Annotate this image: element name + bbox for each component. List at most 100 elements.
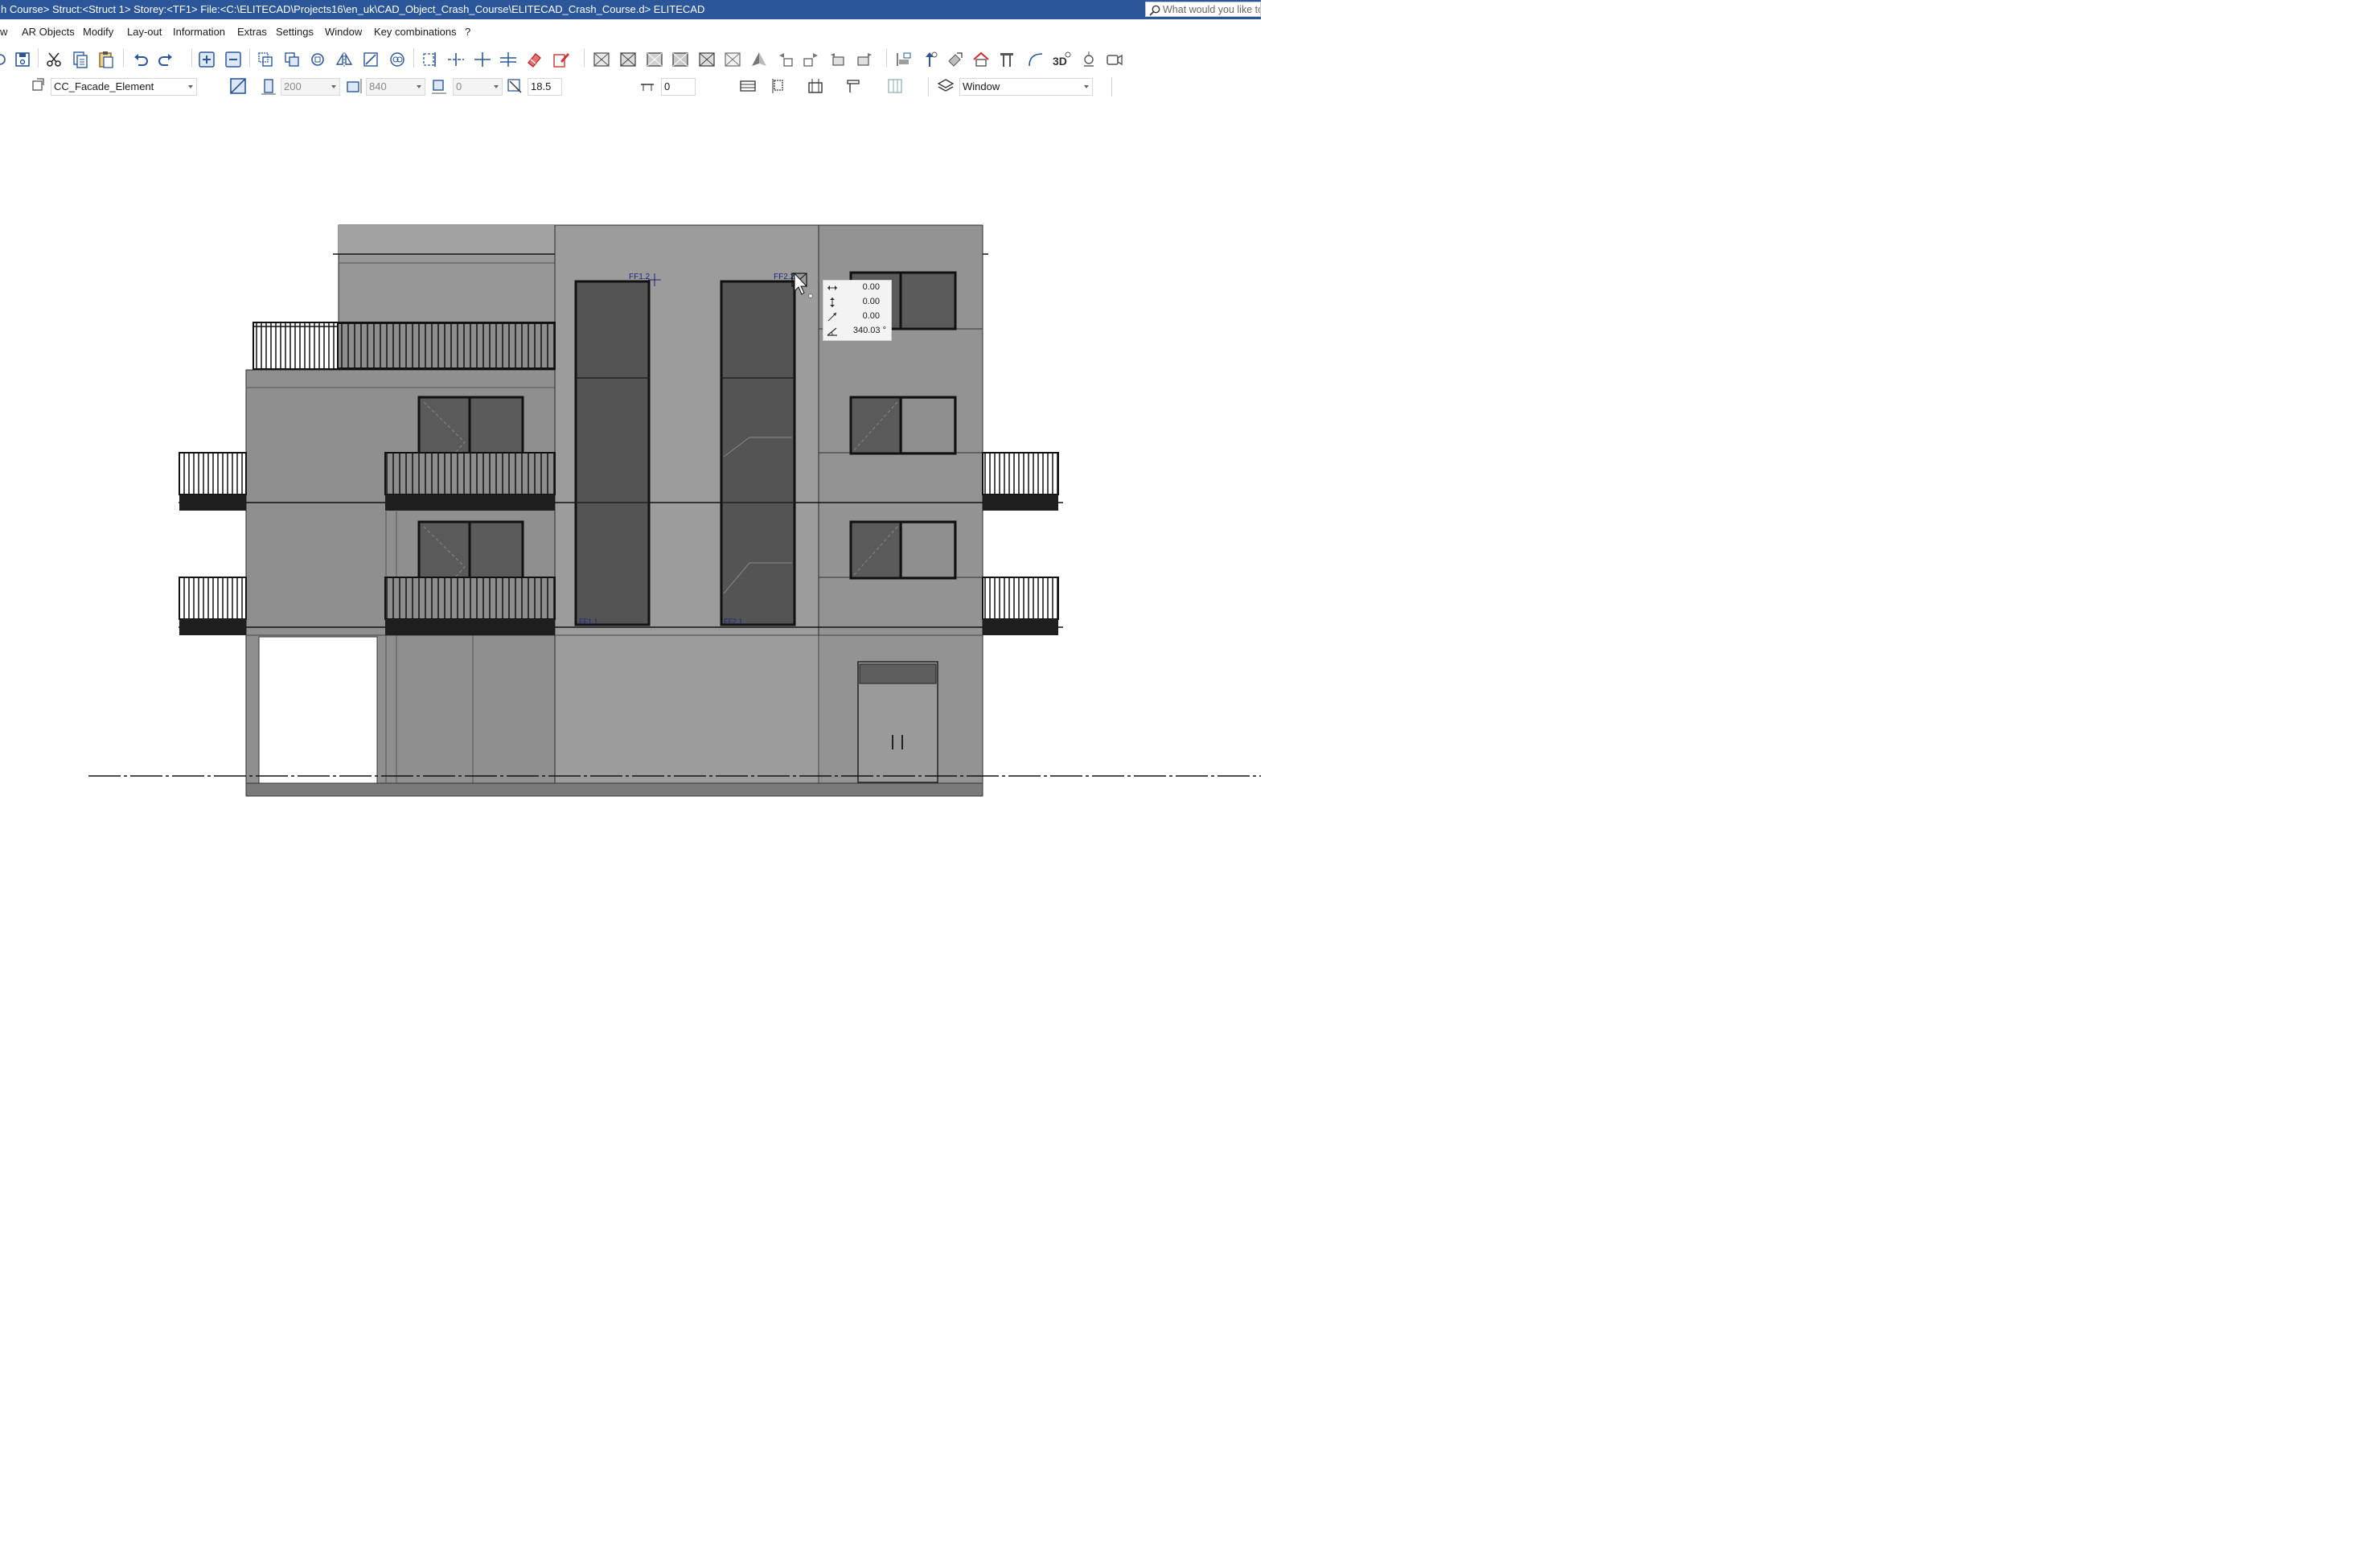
sill-button[interactable]: [845, 76, 864, 96]
element-type-button[interactable]: [29, 76, 48, 96]
box-view-5-button[interactable]: [697, 50, 717, 69]
extend-button[interactable]: [499, 50, 518, 69]
pyramid-button[interactable]: [749, 50, 769, 69]
tell-me-search-input[interactable]: What would you like to: [1145, 2, 1261, 17]
opening-type-button[interactable]: [738, 76, 758, 96]
menu-settings[interactable]: Settings: [276, 23, 314, 42]
box-view-6-button[interactable]: [723, 50, 742, 69]
box-view-icon: [620, 52, 636, 67]
move-view-4-button[interactable]: [855, 50, 874, 69]
3d-view-button[interactable]: 3D: [1052, 50, 1076, 69]
mirror-button[interactable]: [335, 50, 354, 69]
edit-properties-button[interactable]: [552, 50, 571, 69]
copy-button[interactable]: [71, 50, 90, 69]
stairwell-window-right: [720, 280, 796, 626]
move-view-icon: [857, 53, 872, 66]
width-icon: [261, 79, 276, 95]
align-button[interactable]: [894, 50, 914, 69]
cut-icon: [47, 52, 61, 67]
tooltip-angle-row: 340.03 °: [823, 324, 891, 339]
element-type-icon: [32, 78, 44, 91]
angle-input[interactable]: 18.5: [528, 78, 562, 96]
box-view-4-button[interactable]: [671, 50, 690, 69]
balcony-railing-1f: [384, 577, 556, 620]
copy-element-button[interactable]: [282, 50, 302, 69]
scale-icon: [363, 52, 378, 67]
paste-icon: [99, 51, 113, 68]
box-view-1-button[interactable]: [592, 50, 611, 69]
move-view-1-button[interactable]: [776, 50, 795, 69]
frame-button[interactable]: [806, 76, 825, 96]
drawing-canvas[interactable]: FF1.2 FF2.2 FF1.1 FF2.1: [0, 101, 1261, 837]
zoom-out-button[interactable]: [224, 50, 243, 69]
save-button[interactable]: [13, 50, 32, 69]
trim-button[interactable]: [420, 50, 439, 69]
dimension-button[interactable]: [770, 76, 790, 96]
menu-information[interactable]: Information: [173, 23, 225, 42]
window-label-ff12: FF1.2: [629, 273, 651, 281]
sill-icon: [847, 80, 860, 92]
menu-ar-objects[interactable]: AR Objects: [22, 23, 75, 42]
move-view-2-button[interactable]: [802, 50, 821, 69]
side-balcony-left-1f: [179, 577, 247, 620]
angle-value: 18.5: [531, 80, 552, 92]
menu-help[interactable]: ?: [465, 23, 470, 42]
array-button[interactable]: [388, 50, 407, 69]
save-icon: [15, 52, 30, 67]
layer-combo[interactable]: Window: [959, 78, 1093, 96]
rotate-button[interactable]: [308, 50, 327, 69]
tooltip-dx-row: 0.00: [823, 281, 891, 295]
column-button[interactable]: [997, 50, 1016, 69]
side-balcony-right-1f: [982, 577, 1059, 620]
eraser-button[interactable]: [524, 50, 544, 69]
side-balcony-right-2f: [982, 452, 1059, 495]
menu-layout[interactable]: Lay-out: [127, 23, 162, 42]
sill-height-input[interactable]: 0: [661, 78, 696, 96]
zoom-in-button[interactable]: [197, 50, 216, 69]
menu-window[interactable]: Window: [325, 23, 362, 42]
camera-button[interactable]: [1105, 50, 1124, 69]
duplicate-icon: [258, 52, 273, 67]
elevate-button[interactable]: [920, 50, 939, 69]
open-button[interactable]: [0, 50, 13, 69]
scale-button[interactable]: [361, 50, 380, 69]
3d-view-icon: 3D: [1053, 51, 1071, 68]
move-view-3-button[interactable]: [828, 50, 848, 69]
split-button[interactable]: [446, 50, 466, 69]
paste-button[interactable]: [96, 50, 116, 69]
house-button[interactable]: [971, 50, 991, 69]
copy-element-icon: [285, 52, 299, 67]
arc-button[interactable]: [1026, 50, 1045, 69]
offset-combo[interactable]: 0: [453, 78, 503, 96]
width-combo[interactable]: 200: [281, 78, 340, 96]
angle-icon-button: [505, 76, 524, 96]
copy-icon: [73, 51, 88, 68]
vertical-arrows-icon: [830, 298, 835, 307]
offset-icon: [432, 80, 446, 94]
box-view-icon: [647, 52, 663, 67]
paint-button[interactable]: [946, 50, 965, 69]
layer-button[interactable]: [936, 76, 955, 96]
zoom-out-icon: [225, 51, 241, 68]
cut-button[interactable]: [44, 50, 64, 69]
elevate-icon: [926, 51, 938, 67]
menu-key-combinations[interactable]: Key combinations: [374, 23, 457, 42]
intersect-button[interactable]: [473, 50, 492, 69]
box-view-2-button[interactable]: [618, 50, 638, 69]
hatch-button[interactable]: [228, 76, 248, 96]
element-type-combo[interactable]: CC_Facade_Element: [51, 78, 197, 96]
undo-button[interactable]: [131, 50, 150, 69]
menu-extras[interactable]: Extras: [237, 23, 267, 42]
box-view-3-button[interactable]: [645, 50, 664, 69]
redo-button[interactable]: [156, 50, 175, 69]
grid-settings-button[interactable]: [885, 76, 905, 96]
floor-tag-ff11: FF1.1: [579, 618, 598, 626]
length-combo[interactable]: 840: [366, 78, 425, 96]
length-icon: [347, 79, 362, 93]
length-icon-button: [344, 76, 363, 96]
menu-modify[interactable]: Modify: [83, 23, 113, 42]
duplicate-button[interactable]: [256, 50, 275, 69]
menu-view[interactable]: w: [0, 23, 7, 42]
move-view-icon: [831, 53, 844, 66]
light-button[interactable]: [1079, 50, 1098, 69]
